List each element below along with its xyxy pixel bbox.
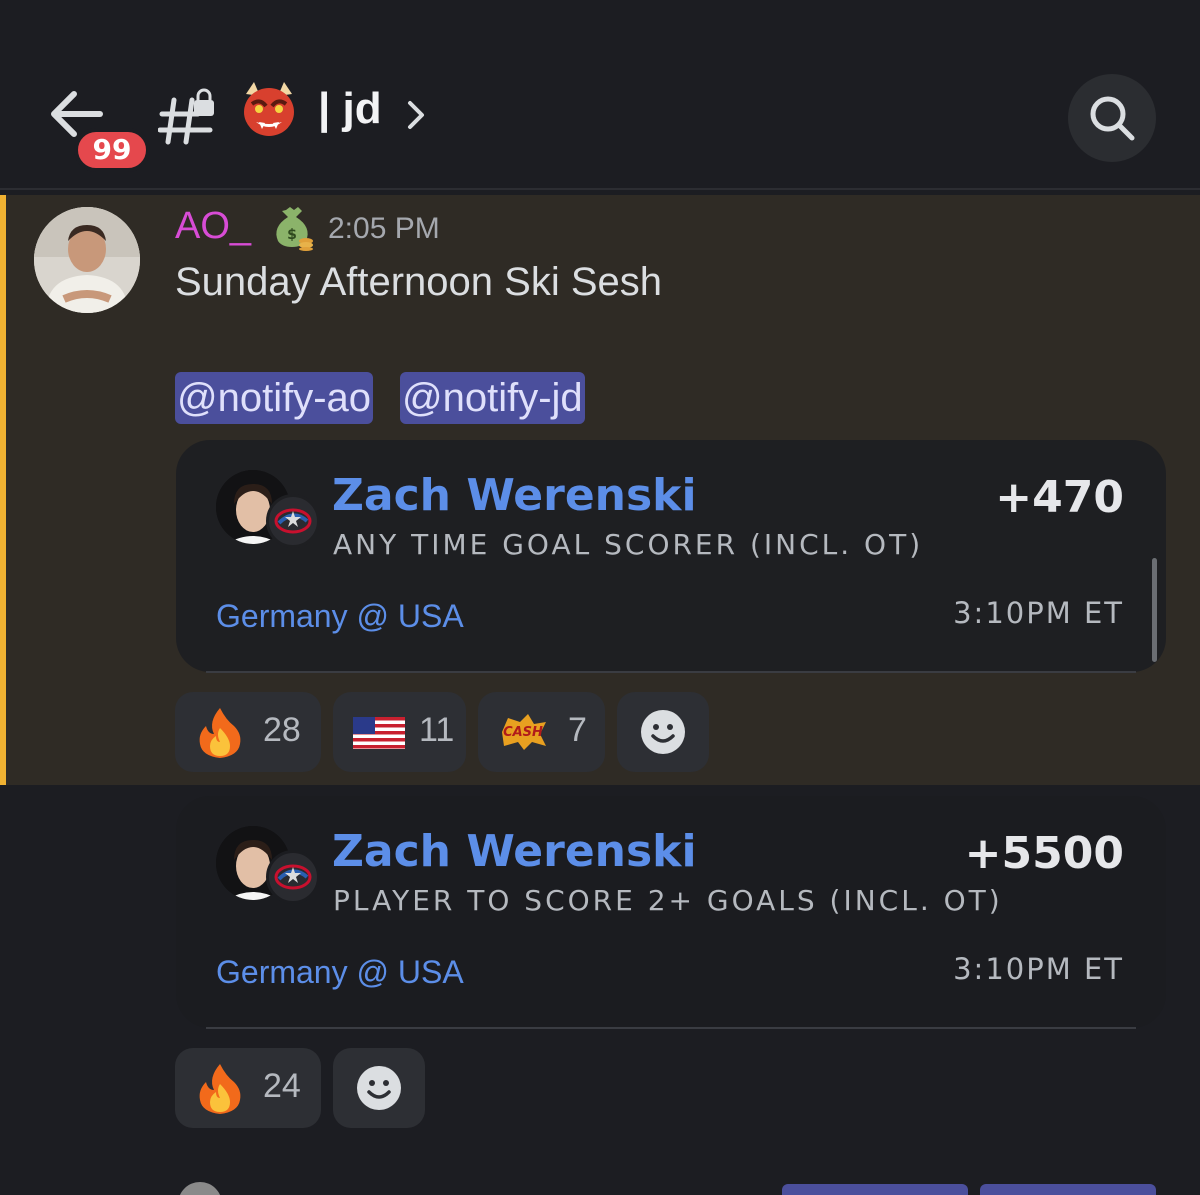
- role-mention[interactable]: [980, 1184, 1156, 1195]
- svg-text:$: $: [287, 227, 297, 243]
- bet-odds: +5500: [964, 828, 1124, 879]
- unread-badge: 99: [74, 128, 150, 172]
- bet-odds: +470: [995, 472, 1124, 523]
- player-name: Zach Werenski: [332, 826, 697, 877]
- bet-market: ANY TIME GOAL SCORER (INCL. OT): [333, 528, 924, 561]
- game-matchup[interactable]: Germany @ USA: [216, 598, 464, 635]
- channel-header: 99 | jd: [0, 0, 1200, 190]
- game-time: 3:10PM ET: [953, 952, 1124, 986]
- message-timestamp: 2:05 PM: [328, 212, 440, 245]
- money-bag-icon: $: [268, 203, 316, 251]
- message-text: Sunday Afternoon Ski Sesh: [175, 260, 662, 304]
- divider: [206, 671, 1136, 673]
- reaction-fire[interactable]: 24: [175, 1048, 321, 1128]
- mention-highlight-bar: [0, 195, 6, 785]
- role-mention-notify-jd[interactable]: @notify-jd: [400, 372, 585, 424]
- bet-embed-card[interactable]: Zach Werenski ANY TIME GOAL SCORER (INCL…: [176, 440, 1166, 673]
- us-flag-icon: [353, 717, 405, 749]
- search-icon: [1090, 96, 1135, 141]
- bet-embed-card[interactable]: Zach Werenski PLAYER TO SCORE 2+ GOALS (…: [176, 796, 1166, 1029]
- svg-text:CASH: CASH: [503, 725, 543, 740]
- devil-mask-emoji: [240, 80, 298, 138]
- reaction-us-flag[interactable]: 11: [333, 692, 466, 772]
- cash-it-icon: CASH: [502, 714, 546, 750]
- role-mention-notify-ao[interactable]: @notify-ao: [175, 372, 374, 424]
- chevron-right-icon[interactable]: [404, 97, 428, 137]
- divider: [206, 1027, 1136, 1029]
- channel-name[interactable]: | jd: [318, 84, 382, 134]
- avatar[interactable]: [34, 207, 140, 313]
- game-matchup[interactable]: Germany @ USA: [216, 954, 464, 991]
- role-mention[interactable]: [782, 1184, 968, 1195]
- scrollbar[interactable]: [1152, 558, 1157, 662]
- fire-icon: [199, 1064, 241, 1114]
- avatar[interactable]: [178, 1182, 222, 1195]
- reaction-count: 7: [568, 711, 587, 749]
- team-logo-icon: [266, 494, 320, 548]
- add-reaction-icon: [357, 1066, 401, 1110]
- reaction-count: 11: [419, 711, 455, 749]
- add-reaction-button[interactable]: [333, 1048, 425, 1128]
- bet-market: PLAYER TO SCORE 2+ GOALS (INCL. OT): [333, 884, 1003, 917]
- game-time: 3:10PM ET: [953, 596, 1124, 630]
- reaction-cash-it[interactable]: CASH 7: [478, 692, 605, 772]
- add-reaction-icon: [641, 710, 685, 754]
- team-logo-icon: [266, 850, 320, 904]
- search-button[interactable]: [1068, 74, 1156, 162]
- locked-channel-hash-icon: [157, 86, 218, 146]
- reaction-count: 28: [263, 711, 301, 749]
- fire-icon: [199, 708, 241, 758]
- reaction-count: 24: [263, 1067, 301, 1105]
- player-name: Zach Werenski: [332, 470, 697, 521]
- reaction-fire[interactable]: 28: [175, 692, 321, 772]
- message-username[interactable]: AO_: [175, 205, 251, 248]
- add-reaction-button[interactable]: [617, 692, 709, 772]
